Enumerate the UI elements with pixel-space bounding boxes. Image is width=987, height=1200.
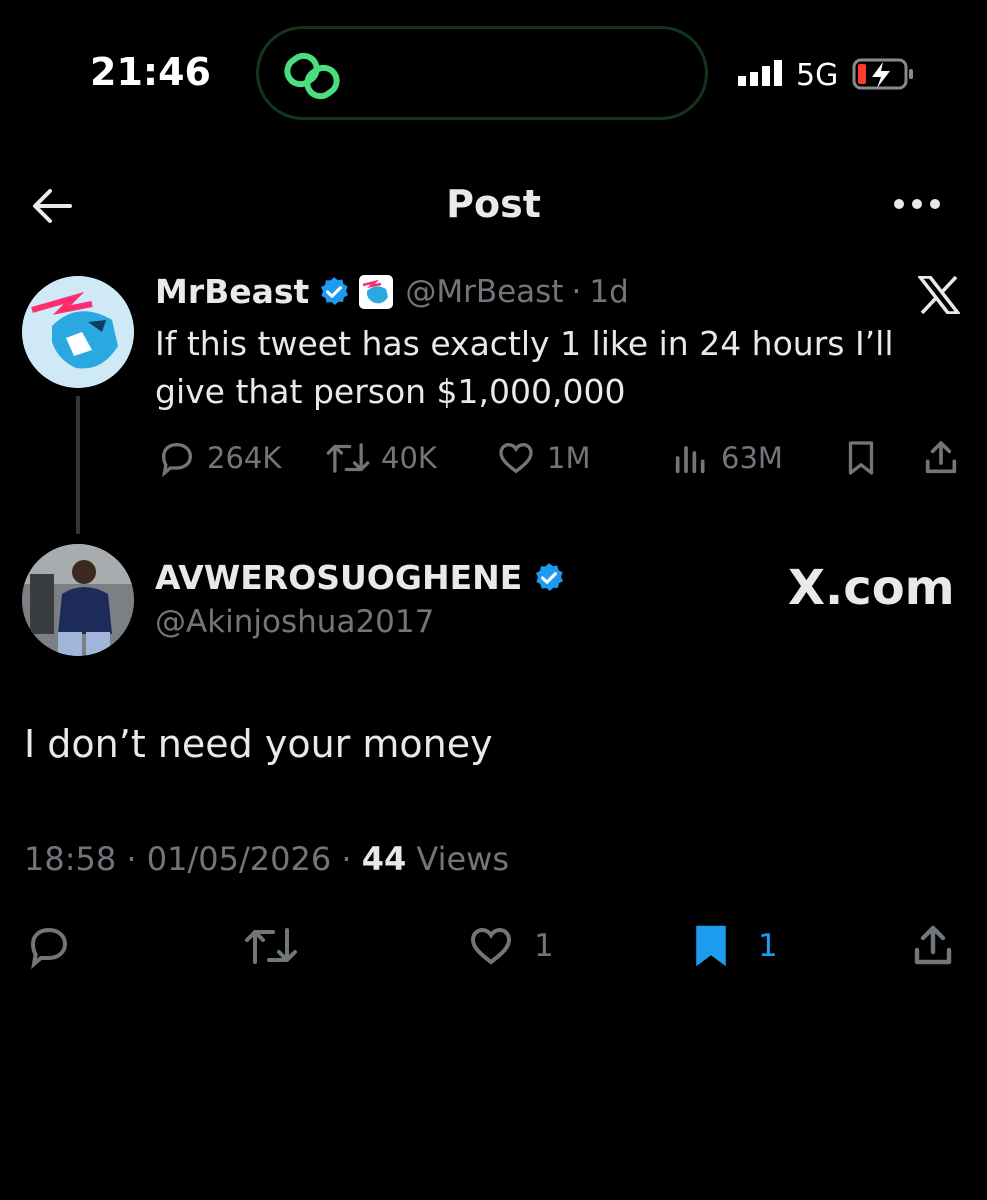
bookmark-filled-icon [696, 925, 726, 967]
reply-author-name[interactable]: AVWEROSUOGHENE [155, 558, 522, 597]
x-com-watermark: X.com [788, 560, 955, 616]
signal-icon [738, 60, 782, 86]
views-count: 63M [721, 441, 783, 475]
share-icon[interactable] [921, 438, 961, 478]
link-app-icon [284, 52, 340, 100]
meta-separator: · [126, 840, 137, 878]
reply-button[interactable]: 264K [157, 438, 281, 478]
post-date: 01/05/2026 [146, 840, 332, 878]
views-count[interactable]: 44 [362, 840, 407, 878]
beast-logo-icon [363, 279, 389, 303]
views-label: Views [406, 840, 509, 878]
bookmark-icon[interactable] [843, 438, 879, 478]
more-icon[interactable] [892, 196, 942, 212]
meta-separator: · [341, 840, 352, 878]
reply-icon [161, 442, 193, 478]
beast-logo-icon [22, 276, 134, 388]
network-type: 5G [796, 58, 839, 93]
quoted-post-text: If this tweet has exactly 1 like in 24 h… [155, 324, 894, 411]
page-title: Post [446, 182, 541, 226]
reply-icon[interactable] [24, 922, 74, 970]
reply-count: 264K [207, 441, 282, 475]
post-meta: 18:58 · 01/05/2026 · 44 Views [24, 840, 509, 878]
repost-icon [326, 443, 370, 473]
author-name[interactable]: MrBeast [155, 272, 309, 311]
reply-post-text: I don’t need your money [24, 722, 493, 766]
reply-author-row: AVWEROSUOGHENE [155, 558, 566, 597]
repost-icon[interactable] [242, 922, 300, 970]
x-logo-icon [918, 276, 960, 314]
bookmark-button[interactable]: 1 [688, 922, 778, 970]
battery-charging-icon [852, 58, 913, 90]
like-icon [470, 927, 512, 965]
verified-badge-icon [321, 276, 349, 305]
profile-photo-icon [22, 544, 134, 656]
thread-connector [76, 396, 80, 534]
reply-author-handle[interactable]: @Akinjoshua2017 [155, 604, 434, 640]
like-icon [499, 442, 533, 474]
like-button[interactable]: 1M [495, 438, 590, 478]
bookmark-count: 1 [758, 928, 778, 964]
reply-action-bar: 1 1 [24, 920, 964, 972]
dot-separator: · [571, 273, 582, 310]
like-count: 1 [534, 928, 554, 964]
status-time: 21:46 [90, 50, 211, 94]
quoted-author-row: MrBeast @MrBeast · 1d [155, 272, 629, 311]
affiliate-badge [359, 274, 394, 309]
dynamic-island[interactable] [256, 26, 708, 120]
reply-author-avatar[interactable] [22, 544, 134, 656]
author-handle[interactable]: @MrBeast [405, 274, 563, 310]
like-button[interactable]: 1 [464, 922, 554, 970]
views-button[interactable]: 63M [671, 438, 783, 478]
repost-button[interactable]: 40K [325, 438, 437, 478]
post-time: 18:58 [24, 840, 117, 878]
quoted-action-bar: 264K 40K 1M 63M [157, 438, 965, 480]
views-icon [675, 446, 705, 474]
repost-count: 40K [381, 441, 437, 475]
like-count: 1M [547, 441, 591, 475]
share-icon[interactable] [908, 922, 958, 970]
verified-badge-icon [536, 562, 564, 591]
post-age: 1d [589, 273, 629, 310]
mrbeast-avatar[interactable] [22, 276, 134, 388]
